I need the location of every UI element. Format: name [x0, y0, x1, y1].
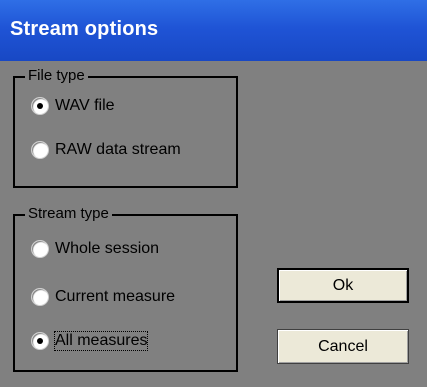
cancel-button[interactable]: Cancel: [277, 329, 409, 364]
stream-options-dialog: Stream options File type WAV file RAW da…: [0, 0, 427, 387]
radio-button-wav[interactable]: [31, 97, 49, 115]
radio-raw-data-stream[interactable]: RAW data stream: [31, 138, 181, 162]
radio-label-whole-session[interactable]: Whole session: [55, 240, 159, 258]
radio-label-wav[interactable]: WAV file: [55, 97, 115, 115]
radio-label-raw[interactable]: RAW data stream: [55, 141, 181, 159]
window-title: Stream options: [10, 18, 159, 40]
ok-button[interactable]: Ok: [277, 268, 409, 303]
radio-current-measure[interactable]: Current measure: [31, 285, 175, 309]
stream-type-legend: Stream type: [25, 205, 112, 223]
radio-whole-session[interactable]: Whole session: [31, 237, 159, 261]
file-type-group: File type WAV file RAW data stream: [13, 67, 238, 188]
radio-button-whole-session[interactable]: [31, 240, 49, 258]
stream-type-group: Stream type Whole session Current measur…: [13, 205, 238, 372]
radio-wav-file[interactable]: WAV file: [31, 94, 115, 118]
file-type-legend: File type: [25, 67, 88, 85]
radio-button-current-measure[interactable]: [31, 288, 49, 306]
radio-button-raw[interactable]: [31, 141, 49, 159]
radio-label-current-measure[interactable]: Current measure: [55, 288, 175, 306]
title-bar[interactable]: Stream options: [0, 0, 427, 61]
radio-all-measures[interactable]: All measures: [31, 329, 149, 353]
radio-label-all-measures[interactable]: All measures: [53, 331, 149, 351]
radio-button-all-measures[interactable]: [31, 332, 49, 350]
